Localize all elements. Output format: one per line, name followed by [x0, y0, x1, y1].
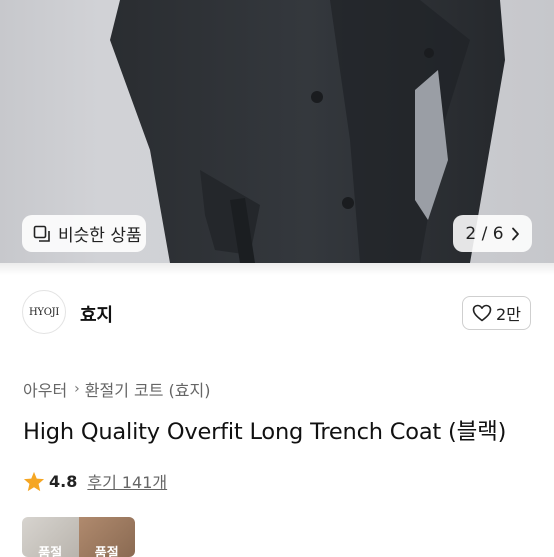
image-pager-button[interactable]: 2 / 6: [453, 215, 532, 252]
image-pager-text: 2 / 6: [465, 223, 504, 244]
sold-out-label: 품절: [38, 546, 63, 557]
store-name[interactable]: 효지: [80, 301, 113, 327]
similar-items-button[interactable]: 비슷한 상품: [22, 215, 146, 252]
breadcrumb: 아우터 › 환절기 코트 (효지): [23, 377, 210, 401]
chevron-right-icon: [511, 227, 519, 240]
star-icon: [23, 471, 45, 491]
heart-outline-icon: [472, 304, 492, 322]
photo-divider: [0, 263, 554, 275]
like-count: 2만: [496, 305, 521, 324]
like-button[interactable]: 2만: [462, 296, 531, 330]
breadcrumb-item-category[interactable]: 환절기 코트 (효지): [85, 377, 211, 401]
similar-items-label: 비슷한 상품: [58, 226, 142, 246]
rating-score: 4.8: [49, 471, 78, 491]
sold-out-label: 품절: [94, 546, 119, 557]
option-thumbnail[interactable]: 품절: [22, 517, 79, 557]
option-thumbnails: 품절 품절: [22, 517, 135, 557]
store-logo-text: HYOJI: [29, 306, 59, 318]
chevron-right-icon: ›: [74, 381, 80, 397]
product-title: High Quality Overfit Long Trench Coat (블…: [23, 419, 507, 445]
rating-row: 4.8 후기 141개: [23, 469, 167, 493]
store-logo[interactable]: HYOJI: [22, 290, 66, 334]
breadcrumb-item-outer[interactable]: 아우터: [23, 377, 67, 401]
reviews-link[interactable]: 후기 141개: [87, 469, 167, 493]
similar-items-icon: [33, 225, 50, 242]
store-row: HYOJI 효지 2만: [0, 275, 554, 357]
option-thumbnail[interactable]: 품절: [78, 517, 135, 557]
